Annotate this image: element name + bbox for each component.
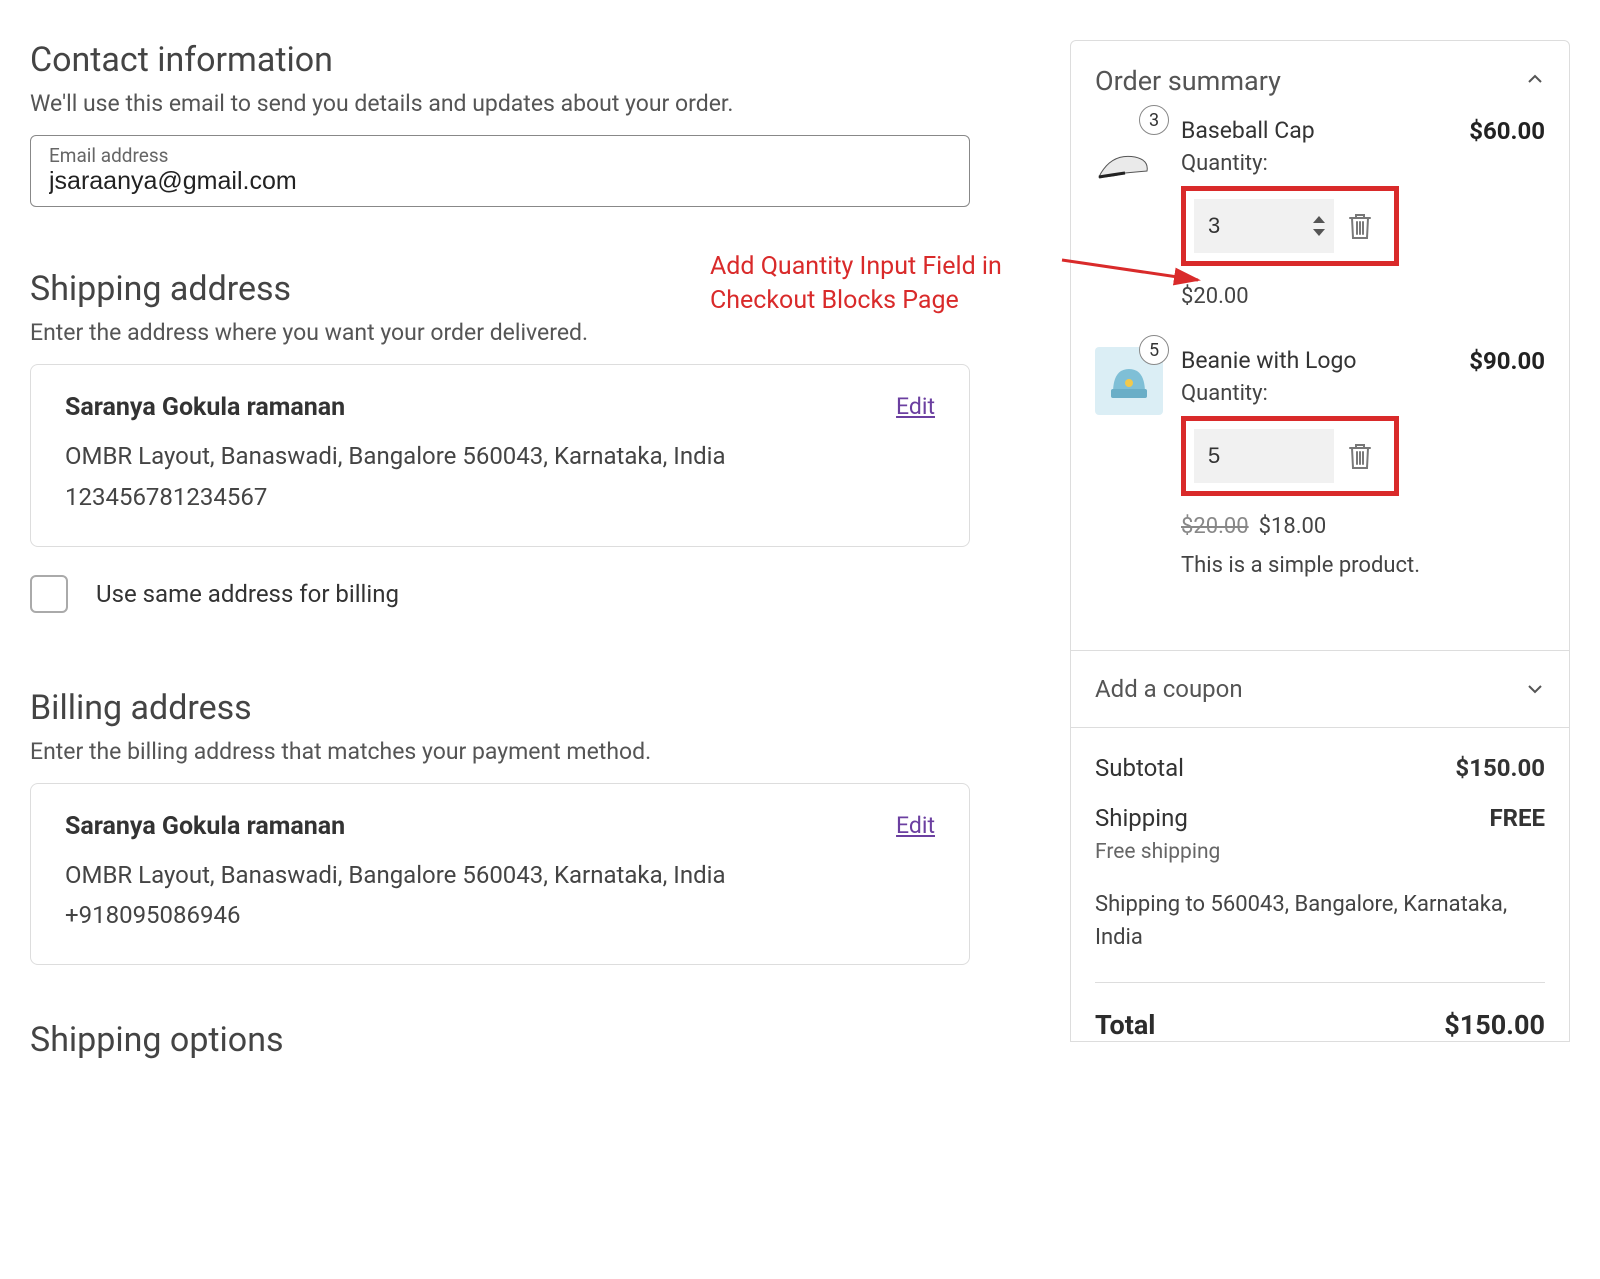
billing-desc: Enter the billing address that matches y… <box>30 738 970 765</box>
same-billing-checkbox[interactable] <box>30 575 68 613</box>
quantity-input[interactable] <box>1194 199 1304 253</box>
order-summary-panel: Order summary 3 Baseball Cap <box>1070 40 1570 1042</box>
product-name: Baseball Cap <box>1181 117 1315 144</box>
billing-name: Saranya Gokula ramanan <box>65 812 345 841</box>
shipping-value: FREE <box>1489 804 1545 832</box>
contact-title: Contact information <box>30 40 970 80</box>
billing-edit-link[interactable]: Edit <box>896 812 935 839</box>
baseball-cap-icon <box>1095 147 1159 181</box>
cart-item: 5 Beanie with Logo $90.00 Quantit <box>1095 347 1545 582</box>
annotation-text: Add Quantity Input Field in Checkout Blo… <box>710 250 1002 318</box>
quantity-highlight-box <box>1181 416 1399 496</box>
remove-item-button[interactable] <box>1334 429 1386 483</box>
unit-price: $18.00 <box>1259 514 1327 539</box>
billing-phone-line: +918095086946 <box>65 895 935 936</box>
quantity-highlight-box <box>1181 186 1399 266</box>
shipping-address-card: Saranya Gokula ramanan Edit OMBR Layout,… <box>30 364 970 547</box>
shipping-extra-line: 123456781234567 <box>65 477 935 518</box>
total-value: $150.00 <box>1444 1009 1545 1041</box>
annotation-line1: Add Quantity Input Field in <box>710 250 1002 284</box>
quantity-badge: 5 <box>1139 335 1169 365</box>
total-label: Total <box>1095 1009 1155 1041</box>
billing-address-card: Saranya Gokula ramanan Edit OMBR Layout,… <box>30 783 970 966</box>
email-input[interactable] <box>49 167 951 196</box>
line-total: $90.00 <box>1469 347 1545 375</box>
shipping-desc: Enter the address where you want your or… <box>30 319 970 346</box>
order-summary-collapse-toggle[interactable] <box>1525 69 1545 93</box>
remove-item-button[interactable] <box>1334 199 1386 253</box>
order-summary-title: Order summary <box>1095 65 1281 97</box>
beanie-icon <box>1107 361 1151 401</box>
quantity-badge: 3 <box>1139 105 1169 135</box>
product-thumbnail: 5 <box>1095 347 1163 415</box>
add-coupon-toggle[interactable]: Add a coupon <box>1071 650 1569 728</box>
quantity-input[interactable] <box>1194 429 1334 483</box>
chevron-up-icon <box>1525 69 1545 89</box>
chevron-down-icon <box>1525 679 1545 699</box>
stepper-down-icon[interactable] <box>1312 228 1326 237</box>
trash-icon <box>1347 212 1373 240</box>
shipping-edit-link[interactable]: Edit <box>896 393 935 420</box>
stepper-up-icon[interactable] <box>1312 215 1326 224</box>
billing-address-line: OMBR Layout, Banaswadi, Bangalore 560043… <box>65 855 935 896</box>
quantity-stepper[interactable] <box>1304 199 1334 253</box>
subtotal-label: Subtotal <box>1095 754 1184 782</box>
product-description: This is a simple product. <box>1181 551 1545 582</box>
add-coupon-label: Add a coupon <box>1095 675 1243 703</box>
line-total: $60.00 <box>1469 117 1545 145</box>
product-name: Beanie with Logo <box>1181 347 1357 374</box>
unit-original-price: $20.00 <box>1181 514 1249 539</box>
contact-desc: We'll use this email to send you details… <box>30 90 970 117</box>
billing-title: Billing address <box>30 688 970 728</box>
unit-price: $20.00 <box>1181 284 1545 309</box>
annotation-line2: Checkout Blocks Page <box>710 284 1002 318</box>
trash-icon <box>1347 442 1373 470</box>
shipping-options-title: Shipping options <box>30 1020 970 1060</box>
same-billing-label: Use same address for billing <box>96 580 399 608</box>
cart-item: 3 Baseball Cap $60.00 Quantity: <box>1095 117 1545 309</box>
shipping-label: Shipping <box>1095 804 1188 832</box>
shipping-address-line: OMBR Layout, Banaswadi, Bangalore 560043… <box>65 436 935 477</box>
quantity-label: Quantity: <box>1181 151 1545 176</box>
shipping-name: Saranya Gokula ramanan <box>65 393 345 422</box>
quantity-label: Quantity: <box>1181 381 1545 406</box>
email-field-wrap[interactable]: Email address <box>30 135 970 207</box>
subtotal-value: $150.00 <box>1455 754 1545 782</box>
shipping-method: Free shipping <box>1095 840 1545 864</box>
product-thumbnail: 3 <box>1095 117 1163 185</box>
shipping-to: Shipping to 560043, Bangalore, Karnataka… <box>1095 888 1545 954</box>
email-label: Email address <box>49 144 951 167</box>
